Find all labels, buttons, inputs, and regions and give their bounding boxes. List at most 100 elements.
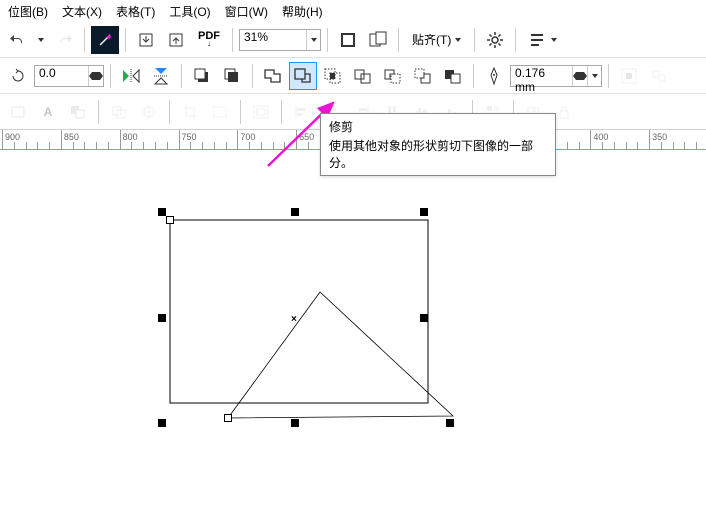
menu-bar: 位图(B) 文本(X) 表格(T) 工具(O) 窗口(W) 帮助(H) [0,0,706,22]
rotation-combo[interactable]: 0.0 [34,65,104,87]
canvas-drawing [0,150,706,510]
selection-handle[interactable] [420,314,428,322]
outline-width-dropdown[interactable] [587,66,601,86]
boundary-button[interactable] [439,62,467,90]
dashed-rect-icon [210,102,230,122]
align-prop-button[interactable] [615,62,643,90]
spin-down[interactable] [89,76,103,86]
standard-toolbar: PDF↓ 31% 贴齐(T) [0,22,706,58]
weld-button[interactable] [259,62,287,90]
undo-dd[interactable] [34,26,48,54]
outline-width-value[interactable]: 0.176 mm [511,66,572,86]
selection-center: × [291,314,297,325]
pdf-icon: PDF↓ [199,30,219,50]
zoom-combo[interactable]: 31% [239,29,321,51]
fullscreen-button[interactable] [334,26,362,54]
fullscreen-icon [338,30,358,50]
rotation-icon-button[interactable] [4,62,32,90]
menu-text[interactable]: 文本(X) [62,3,102,20]
spin-up[interactable] [573,66,587,76]
simplify-icon [353,66,373,86]
menu-bitmap[interactable]: 位图(B) [8,3,48,20]
tooltip-desc: 使用其他对象的形状剪切下图像的一部分。 [329,137,547,171]
sec-btn-1[interactable] [4,98,32,126]
outline-pen-button[interactable] [480,62,508,90]
undo-icon [8,30,28,50]
menu-table[interactable]: 表格(T) [116,3,155,20]
mirror-v-icon [151,66,171,86]
gear-icon [485,30,505,50]
selection-handle[interactable] [420,208,428,216]
text-a-icon: A [38,102,58,122]
crop-icon [180,102,200,122]
sec-btn-4[interactable] [105,98,133,126]
canvas[interactable]: × [0,150,706,510]
to-front-icon [192,66,212,86]
chevron-down-icon [455,38,461,42]
rotate-icon [8,66,28,86]
to-back-icon [222,66,242,86]
front-minus-back-button[interactable] [379,62,407,90]
import-icon [136,30,156,50]
import-button[interactable] [132,26,160,54]
layout-button[interactable] [522,26,562,54]
pen-icon [484,66,504,86]
chevron-down-icon [551,38,557,42]
sec-btn-7[interactable] [206,98,234,126]
node-handle[interactable] [166,216,174,224]
sec-btn-2[interactable]: A [34,98,62,126]
options-button[interactable] [481,26,509,54]
menu-window[interactable]: 窗口(W) [225,3,268,20]
order-back-button[interactable] [218,62,246,90]
selection-handle[interactable] [158,419,166,427]
property-bar: 0.0 0.176 mm [0,58,706,94]
tooltip-title: 修剪 [329,118,547,135]
boundary-icon [443,66,463,86]
order-front-button[interactable] [188,62,216,90]
back-minus-front-button[interactable] [409,62,437,90]
spin-up[interactable] [89,66,103,76]
preview-button[interactable] [364,26,392,54]
zoom-dropdown[interactable] [306,30,320,50]
redo-button[interactable] [50,26,78,54]
selection-handle[interactable] [291,419,299,427]
spin-down[interactable] [573,76,587,86]
mirror-v-button[interactable] [147,62,175,90]
mirror-h-button[interactable] [117,62,145,90]
trim-button[interactable] [289,62,317,90]
rotation-value[interactable]: 0.0 [35,66,88,86]
tooltip: 修剪 使用其他对象的形状剪切下图像的一部分。 [320,113,556,176]
selection-handle[interactable] [291,208,299,216]
sec-btn-3[interactable] [64,98,92,126]
distribute-icon [649,66,669,86]
undo-button[interactable] [4,26,32,54]
menu-help[interactable]: 帮助(H) [282,3,323,20]
outline-width-combo[interactable]: 0.176 mm [510,65,602,87]
pdf-publish-button[interactable]: PDF↓ [192,26,226,54]
simplify-button[interactable] [349,62,377,90]
sec-btn-5[interactable] [135,98,163,126]
mirror-h-icon [121,66,141,86]
sparkle-icon [95,30,115,50]
selection-handle[interactable] [158,314,166,322]
sec-btn-6[interactable] [176,98,204,126]
layout-icon [527,30,547,50]
target-icon [139,102,159,122]
snap-dropdown[interactable]: 贴齐(T) [405,26,468,54]
distribute-prop-button[interactable] [645,62,673,90]
lock-icon [554,102,574,122]
export-button[interactable] [162,26,190,54]
menu-tools[interactable]: 工具(O) [169,3,210,20]
snap-label: 贴齐(T) [412,31,451,48]
intersect-icon [323,66,343,86]
autotrace-button[interactable] [91,26,119,54]
selection-handle[interactable] [446,419,454,427]
rect-icon [8,102,28,122]
back-minus-front-icon [413,66,433,86]
intersect-button[interactable] [319,62,347,90]
weld-icon [263,66,283,86]
zoom-value[interactable]: 31% [240,30,306,50]
group-rect-icon [109,102,129,122]
selection-handle[interactable] [158,208,166,216]
node-handle[interactable] [224,414,232,422]
